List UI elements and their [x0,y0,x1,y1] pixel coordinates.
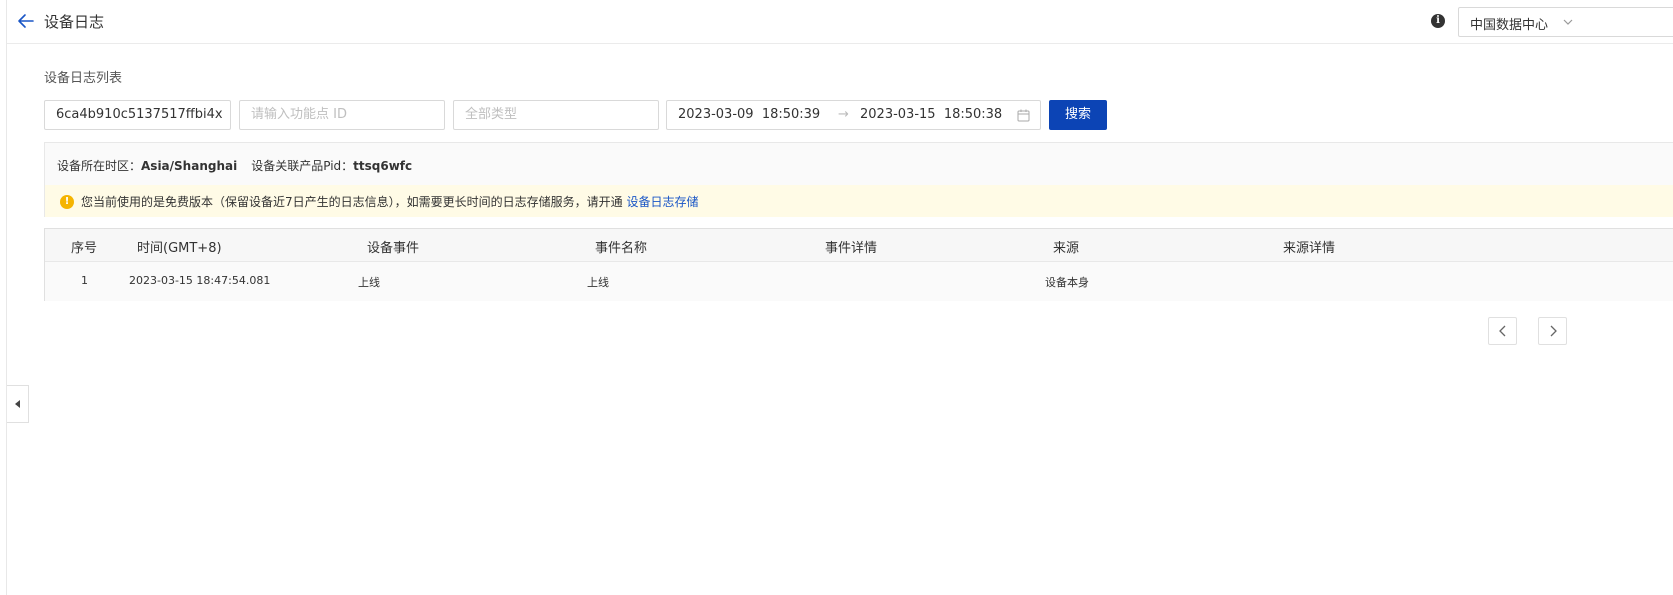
sidebar-divider [6,0,7,595]
section-title: 设备日志列表 [44,71,123,86]
pid-value: ttsq6wfc [353,159,413,173]
column-header-index: 序号 [71,241,98,256]
date-end-value[interactable]: 2023-03-15 18:50:38 [860,107,1002,122]
column-header-source: 来源 [1053,241,1080,256]
pid-label: 设备关联产品Pid： [251,159,354,173]
device-meta-line: 设备所在时区：Asia/Shanghai 设备关联产品Pid：ttsq6wfc [57,157,412,174]
prev-page-button[interactable] [1488,317,1517,345]
date-range-picker[interactable]: 2023-03-09 18:50:39 → 2023-03-15 18:50:3… [666,100,1041,130]
table-row: 1 2023-03-15 18:47:54.081 上线 上线 设备本身 [45,262,1673,301]
cell-device-event: 上线 [358,276,380,289]
notice-text-line: 您当前使用的是免费版本（保留设备近7日产生的日志信息），如需要更长时间的日志存储… [81,193,698,210]
region-select[interactable]: 中国数据中心 [1458,7,1673,37]
device-info-panel: 设备所在时区：Asia/Shanghai 设备关联产品Pid：ttsq6wfc !… [44,142,1673,217]
search-button[interactable]: 搜索 [1049,100,1107,130]
caret-left-icon [15,400,20,408]
sidebar-toggle-button[interactable] [7,385,29,423]
timezone-label: 设备所在时区： [57,159,142,173]
chevron-left-icon [1499,325,1506,337]
column-header-event-name: 事件名称 [595,241,648,256]
table-header: 序号 时间(GMT+8) 设备事件 事件名称 事件详情 来源 来源详情 [45,229,1673,262]
column-header-source-detail: 来源详情 [1283,241,1336,256]
calendar-icon [1017,109,1030,122]
notice-text: 您当前使用的是免费版本（保留设备近7日产生的日志信息），如需要更长时间的日志存储… [81,195,623,209]
cell-source: 设备本身 [1045,276,1089,289]
device-log-storage-link[interactable]: 设备日志存储 [626,195,698,209]
chevron-right-icon [1550,325,1557,337]
cell-index: 1 [81,274,88,287]
event-type-select[interactable]: 全部类型 [453,100,659,130]
timezone-value: Asia/Shanghai [141,159,238,173]
column-header-device-event: 设备事件 [367,241,420,256]
cell-event-name: 上线 [587,276,609,289]
date-range-arrow: → [838,107,849,122]
page-title: 设备日志 [44,13,105,31]
function-id-input[interactable]: 请输入功能点 ID [239,100,445,130]
page-header: 设备日志 i 中国数据中心 [7,0,1673,44]
region-select-label: 中国数据中心 [1470,18,1549,33]
arrow-left-icon[interactable] [17,12,35,30]
free-version-notice: ! 您当前使用的是免费版本（保留设备近7日产生的日志信息），如需要更长时间的日志… [45,185,1673,217]
device-log-page: 设备日志 i 中国数据中心 设备日志列表 6ca4b910c5137517ffb… [0,0,1673,595]
column-header-event-detail: 事件详情 [825,241,878,256]
device-log-table: 序号 时间(GMT+8) 设备事件 事件名称 事件详情 来源 来源详情 1 20… [44,228,1673,301]
warning-icon: ! [60,195,74,209]
cell-time: 2023-03-15 18:47:54.081 [129,274,271,287]
column-header-time: 时间(GMT+8) [137,241,222,256]
info-icon[interactable]: i [1431,14,1445,28]
date-start-value[interactable]: 2023-03-09 18:50:39 [678,107,820,122]
chevron-down-icon [1563,19,1573,25]
next-page-button[interactable] [1538,317,1567,345]
device-id-input[interactable]: 6ca4b910c5137517ffbi4x [44,100,231,130]
